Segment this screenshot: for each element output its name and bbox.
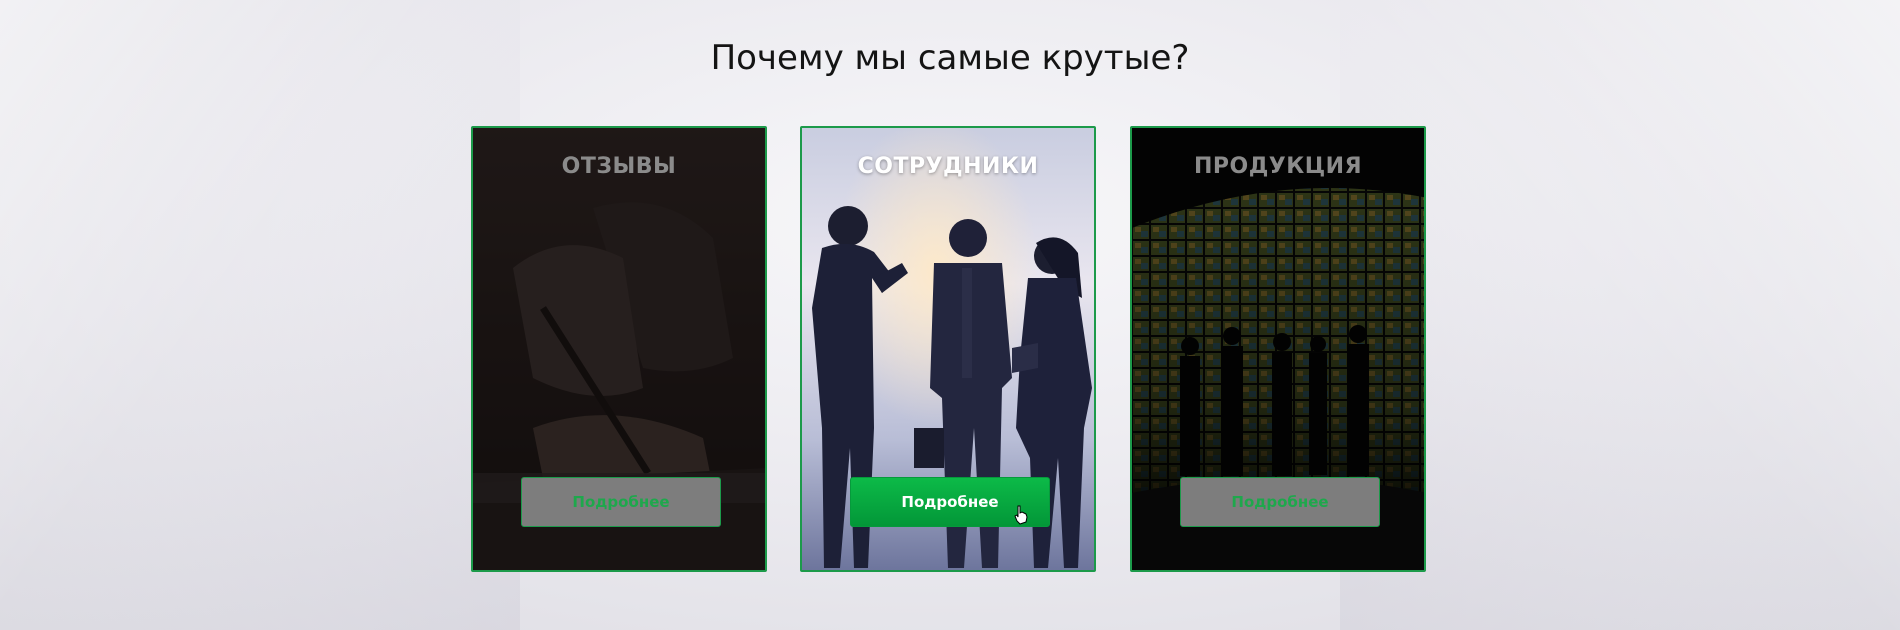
card-reviews[interactable]: ОТЗЫВЫ Подробнее (471, 126, 767, 572)
hand-pointer-icon (1014, 505, 1028, 525)
more-button-reviews[interactable]: Подробнее (521, 477, 721, 527)
card-employees[interactable]: СОТРУДНИКИ Подробнее (800, 126, 1096, 572)
card-products[interactable]: ПРОДУКЦИЯ Подробнее (1130, 126, 1426, 572)
card-title: ОТЗЫВЫ (561, 154, 677, 179)
card-title: СОТРУДНИКИ (857, 154, 1039, 179)
more-button-products[interactable]: Подробнее (1180, 477, 1380, 527)
section-title: Почему мы самые крутые? (710, 38, 1190, 78)
background-facet (0, 0, 520, 630)
card-title: ПРОДУКЦИЯ (1193, 154, 1363, 179)
